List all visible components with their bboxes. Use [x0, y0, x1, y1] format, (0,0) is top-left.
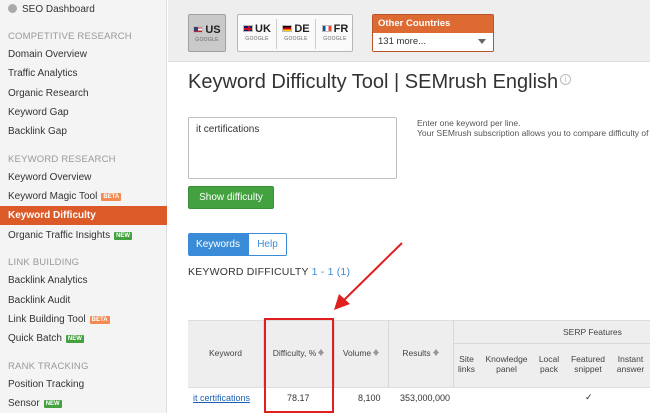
column-header-featured-snippet: Featured snippet	[570, 354, 606, 374]
database-uk-button[interactable]: UK GOOGLE	[238, 14, 276, 52]
sidebar-item-backlink-audit[interactable]: Backlink Audit	[0, 291, 167, 310]
other-countries-value: 131 more...	[378, 36, 427, 47]
table-row-results: 353,000,000	[400, 393, 451, 403]
sidebar-item-quick-batch[interactable]: Quick Batch NEW	[0, 329, 167, 348]
new-badge: NEW	[43, 400, 62, 408]
beta-badge: BETA	[101, 193, 122, 201]
beta-badge: BETA	[89, 316, 110, 324]
column-header-volume[interactable]: Volume	[334, 348, 388, 358]
other-countries-dropdown[interactable]: Other Countries 131 more...	[372, 14, 494, 52]
sidebar-item-organic-research[interactable]: Organic Research	[0, 84, 167, 103]
sidebar-item-keyword-overview[interactable]: Keyword Overview	[0, 168, 167, 187]
sidebar-item-keyword-magic-tool[interactable]: Keyword Magic Tool BETA	[0, 187, 167, 206]
divider	[453, 343, 650, 344]
sort-icon	[432, 349, 439, 356]
sidebar-item-position-tracking[interactable]: Position Tracking	[0, 375, 167, 394]
column-header-results[interactable]: Results	[388, 348, 453, 358]
sidebar-item-backlink-gap[interactable]: Backlink Gap	[0, 122, 167, 141]
table-row-volume: 8,100	[358, 393, 381, 403]
table-row-keyword[interactable]: it certifications	[193, 393, 250, 403]
sidebar-item-backlink-analytics[interactable]: Backlink Analytics	[0, 271, 167, 290]
database-group: UK GOOGLE DE GOOGLE FR GOOGLE	[237, 14, 353, 52]
database-de-button[interactable]: DE GOOGLE	[277, 14, 315, 52]
uk-flag-icon	[243, 25, 254, 32]
sidebar-heading-keyword-research: KEYWORD RESEARCH	[8, 154, 116, 165]
page-title: Keyword Difficulty Tool | SEMrush Englis…	[188, 71, 572, 94]
results-range[interactable]: 1 - 1 (1)	[312, 266, 351, 278]
column-header-local-pack: Local pack	[538, 354, 560, 374]
info-icon[interactable]: i	[560, 74, 572, 85]
database-fr-button[interactable]: FR GOOGLE	[316, 14, 354, 52]
new-badge: NEW	[65, 335, 84, 343]
sidebar-item-organic-traffic-insights[interactable]: Organic Traffic Insights NEW	[0, 226, 167, 245]
sidebar-heading-competitive-research: COMPETITIVE RESEARCH	[8, 31, 132, 42]
keyword-input[interactable]	[188, 117, 397, 179]
sidebar-item-sensor[interactable]: Sensor NEW	[0, 394, 167, 413]
de-flag-icon	[282, 25, 293, 32]
tab-help[interactable]: Help	[248, 233, 287, 256]
column-group-serp-features: SERP Features	[563, 327, 622, 337]
dashboard-icon	[8, 4, 17, 13]
annotation-highlight-box	[264, 318, 334, 413]
input-hint: Enter one keyword per line. Your SEMrush…	[417, 118, 649, 138]
sidebar-item-link-building-tool[interactable]: Link Building Tool BETA	[0, 310, 167, 329]
sidebar-item-keyword-gap[interactable]: Keyword Gap	[0, 103, 167, 122]
other-countries-label: Other Countries	[373, 15, 493, 33]
sidebar-item-keyword-difficulty[interactable]: Keyword Difficulty	[0, 206, 167, 225]
sidebar-heading-link-building: LINK BUILDING	[8, 257, 80, 268]
fr-flag-icon	[321, 25, 332, 32]
column-header-knowledge-panel: Knowledge panel	[485, 354, 528, 374]
sidebar: SEO Dashboard COMPETITIVE RESEARCH Domai…	[0, 0, 167, 413]
featured-snippet-check-icon: ✓	[585, 392, 593, 402]
new-badge: NEW	[114, 232, 133, 240]
show-difficulty-button[interactable]: Show difficulty	[188, 186, 274, 209]
us-flag-icon	[193, 26, 204, 33]
results-heading: KEYWORD DIFFICULTY 1 - 1 (1)	[188, 266, 351, 278]
column-header-keyword: Keyword	[208, 348, 243, 358]
sidebar-item-traffic-analytics[interactable]: Traffic Analytics	[0, 64, 167, 83]
tab-keywords[interactable]: Keywords	[188, 233, 248, 256]
sort-icon	[373, 349, 380, 356]
sidebar-item-seo-dashboard[interactable]: SEO Dashboard	[0, 0, 167, 19]
chevron-down-icon	[478, 39, 486, 44]
sidebar-item-domain-overview[interactable]: Domain Overview	[0, 45, 167, 64]
column-header-site-links: Site links	[457, 354, 475, 374]
column-header-instant-answer: Instant answer	[616, 354, 645, 374]
database-us-button[interactable]: US GOOGLE	[188, 14, 226, 52]
sidebar-heading-rank-tracking: RANK TRACKING	[8, 361, 89, 372]
